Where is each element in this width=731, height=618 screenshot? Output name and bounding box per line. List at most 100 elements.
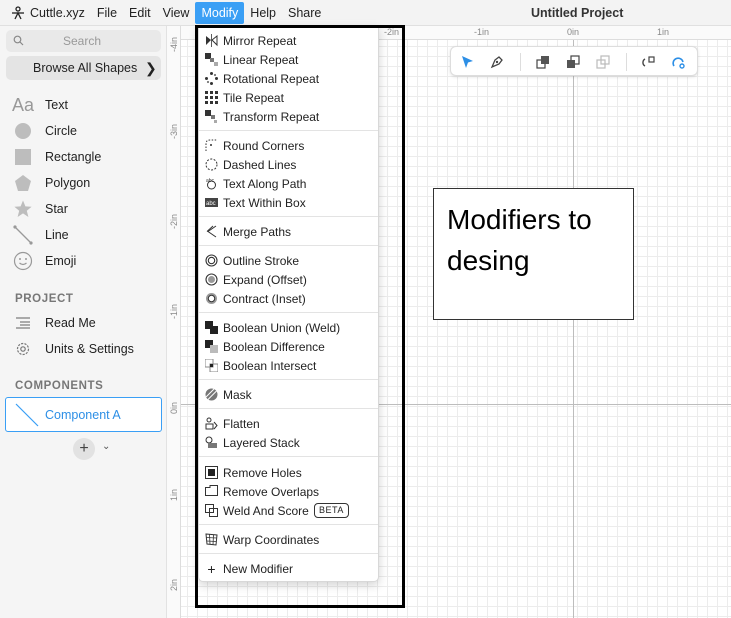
menu-item-remove-holes[interactable]: Remove Holes — [199, 463, 378, 482]
component-a[interactable]: Component A — [5, 397, 162, 432]
menu-edit[interactable]: Edit — [123, 2, 157, 24]
tool-rectangle[interactable]: Rectangle — [0, 145, 165, 169]
snap-icon[interactable] — [640, 53, 658, 71]
ruler-left-label: 1in — [169, 488, 179, 501]
menu-file[interactable]: File — [91, 2, 123, 24]
menu-item-label: Merge Paths — [223, 225, 292, 239]
ruler-left-label: -4in — [169, 36, 179, 52]
menu-item-transform-repeat[interactable]: Transform Repeat — [199, 107, 378, 126]
contract-inset-icon — [205, 292, 218, 305]
tool-star-label: Star — [45, 202, 68, 216]
rotational-repeat-icon — [205, 72, 218, 85]
menu-item-rotational-repeat[interactable]: Rotational Repeat — [199, 69, 378, 88]
align-icon[interactable] — [594, 53, 612, 71]
menu-view[interactable]: View — [157, 2, 196, 24]
menu-help[interactable]: Help — [244, 2, 282, 24]
search-icon — [13, 35, 24, 49]
menu-separator — [199, 456, 378, 457]
tile-repeat-icon — [205, 91, 218, 104]
select-arrow-icon[interactable] — [458, 53, 476, 71]
remove-holes-icon — [205, 466, 218, 479]
bring-forward-icon[interactable] — [534, 53, 552, 71]
polygon-icon — [12, 173, 34, 193]
magnet-snap-icon[interactable] — [670, 53, 688, 71]
ruler-left-label: 2in — [169, 578, 179, 591]
menu-item-merge-paths[interactable]: Merge Paths — [199, 222, 378, 241]
menu-modify[interactable]: Modify — [195, 1, 245, 24]
menu-item-linear-repeat[interactable]: Linear Repeat — [199, 50, 378, 69]
ruler-left-label: 0in — [169, 401, 179, 414]
add-component-button[interactable]: + — [73, 438, 95, 460]
menu-item-label: Linear Repeat — [223, 53, 299, 67]
search-input[interactable]: Search — [6, 30, 161, 52]
project-units-settings[interactable]: Units & Settings — [0, 337, 165, 361]
tool-text-label: Text — [45, 98, 68, 112]
project-read-me[interactable]: Read Me — [0, 311, 165, 335]
boolean-intersect-icon — [205, 359, 218, 372]
menu-item-label: Mirror Repeat — [223, 34, 297, 48]
menu-item-label: Outline Stroke — [223, 254, 300, 268]
menu-item-new-modifier[interactable]: + New Modifier — [199, 559, 378, 578]
browse-all-shapes-button[interactable]: Browse All Shapes ❯ — [6, 56, 161, 80]
tool-circle[interactable]: Circle — [0, 119, 165, 143]
send-backward-icon[interactable] — [564, 53, 582, 71]
project-title[interactable]: Untitled Project — [531, 6, 623, 20]
menu-item-label: Layered Stack — [223, 436, 300, 450]
browse-label: Browse All Shapes — [33, 61, 138, 75]
menu-item-outline-stroke[interactable]: Outline Stroke — [199, 251, 378, 270]
tool-line[interactable]: Line — [0, 223, 165, 247]
ruler-left-label: -3in — [169, 123, 179, 139]
menu-item-boolean-difference[interactable]: Boolean Difference — [199, 337, 378, 356]
menu-item-round-corners[interactable]: Round Corners — [199, 136, 378, 155]
menu-item-label: Weld And Score — [223, 504, 309, 518]
menu-item-label: Boolean Difference — [223, 340, 325, 354]
tool-star[interactable]: Star — [0, 197, 165, 221]
boolean-union-icon — [205, 321, 218, 334]
menu-item-expand-offset[interactable]: Expand (Offset) — [199, 270, 378, 289]
menu-item-flatten[interactable]: Flatten — [199, 414, 378, 433]
menu-separator — [199, 130, 378, 131]
weld-and-score-icon — [205, 504, 218, 517]
transform-repeat-icon — [205, 110, 218, 123]
menu-item-text-along-path[interactable]: abc Text Along Path — [199, 174, 378, 193]
read-me-label: Read Me — [45, 316, 96, 330]
tool-emoji[interactable]: Emoji — [0, 249, 165, 273]
menu-item-mirror-repeat[interactable]: Mirror Repeat — [199, 31, 378, 50]
tool-polygon-label: Polygon — [45, 176, 91, 190]
y-axis-line — [573, 40, 574, 618]
tool-circle-label: Circle — [45, 124, 77, 138]
ruler-left-label: -1in — [169, 303, 179, 319]
menu-item-remove-overlaps[interactable]: Remove Overlaps — [199, 482, 378, 501]
tool-polygon[interactable]: Polygon — [0, 171, 165, 195]
line-icon — [12, 225, 34, 245]
menu-item-dashed-lines[interactable]: Dashed Lines — [199, 155, 378, 174]
menu-item-tile-repeat[interactable]: Tile Repeat — [199, 88, 378, 107]
menu-item-contract-inset[interactable]: Contract (Inset) — [199, 289, 378, 308]
text-icon: Aa — [11, 94, 35, 115]
menu-item-label: Round Corners — [223, 139, 305, 153]
menu-item-label: Expand (Offset) — [223, 273, 307, 287]
text-within-box-icon: abc — [205, 196, 218, 209]
svg-text:abc: abc — [206, 178, 215, 184]
menu-item-mask[interactable]: Mask — [199, 385, 378, 404]
menu-item-layered-stack[interactable]: Layered Stack — [199, 433, 378, 452]
svg-text:abc: abc — [206, 201, 216, 207]
cuttle-logo-icon[interactable] — [10, 5, 26, 21]
menu-item-text-within-box[interactable]: abc Text Within Box — [199, 193, 378, 212]
pen-tool-icon[interactable] — [488, 53, 506, 71]
menu-item-weld-and-score[interactable]: Weld And Score BETA — [199, 501, 378, 520]
menu-share[interactable]: Share — [282, 2, 327, 24]
settings-icon — [12, 339, 34, 359]
menu-item-boolean-union[interactable]: Boolean Union (Weld) — [199, 318, 378, 337]
units-settings-label: Units & Settings — [45, 342, 134, 356]
mirror-repeat-icon — [205, 34, 218, 47]
menu-item-warp-coordinates[interactable]: Warp Coordinates — [199, 530, 378, 549]
warp-coordinates-icon — [205, 533, 218, 546]
menu-item-boolean-intersect[interactable]: Boolean Intersect — [199, 356, 378, 375]
tool-text[interactable]: Aa Text — [0, 93, 165, 117]
ruler-left: -4in -3in -2in -1in 0in 1in 2in — [167, 26, 181, 618]
chevron-down-icon[interactable]: ⌄ — [102, 441, 110, 452]
merge-paths-icon — [205, 225, 218, 238]
menu-app[interactable]: Cuttle.xyz — [30, 2, 91, 24]
ruler-top-label: -2in — [384, 27, 400, 37]
